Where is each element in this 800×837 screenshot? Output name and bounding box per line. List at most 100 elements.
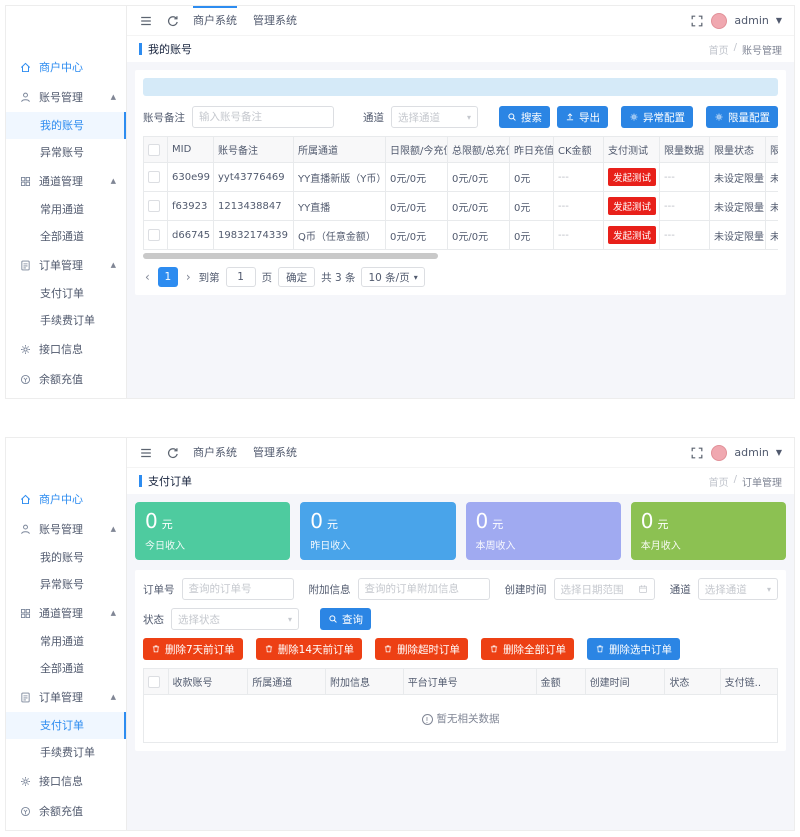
col-status: 状态 [665, 669, 720, 695]
col-created-time: 创建时间 [585, 669, 665, 695]
sidebar-item-fee-orders[interactable]: 手续费订单 [6, 307, 126, 334]
sidebar-item-label: 订单管理 [39, 257, 83, 273]
tab-admin-system[interactable]: 管理系统 [253, 6, 297, 36]
topbar: 商户系统 管理系统 admin ▼ [127, 6, 794, 36]
row-checkbox[interactable] [148, 171, 160, 183]
sidebar-item-common-channels[interactable]: 常用通道 [6, 628, 126, 655]
next-page-button[interactable]: › [184, 270, 193, 284]
per-page-select[interactable]: 10 条/页 ▾ [361, 267, 424, 287]
chevron-up-icon: ▲ [111, 93, 116, 101]
channel-filter-select[interactable]: 选择通道 ▾ [698, 578, 778, 600]
date-range-input[interactable]: 选择日期范围 [554, 578, 655, 600]
delete-all-button[interactable]: 删除全部订单 [481, 638, 574, 660]
delete-7days-button[interactable]: 删除7天前订单 [143, 638, 243, 660]
user-menu[interactable]: admin [734, 14, 768, 27]
gear-icon [19, 775, 32, 788]
launch-test-button[interactable]: 发起测试 [608, 197, 656, 215]
sidebar-item-fee-orders[interactable]: 手续费订单 [6, 739, 126, 766]
select-all-checkbox[interactable] [148, 676, 160, 688]
order-no-input[interactable] [182, 578, 294, 600]
page-title: 支付订单 [148, 473, 192, 489]
abnormal-config-button[interactable]: 异常配置 [621, 106, 693, 128]
sidebar-item-my-accounts[interactable]: 我的账号 [6, 112, 126, 139]
select-all-checkbox[interactable] [148, 144, 160, 156]
refresh-icon[interactable] [166, 14, 180, 28]
user-menu[interactable]: admin [734, 446, 768, 459]
col-mid: MID [168, 137, 214, 163]
sidebar-item-my-accounts[interactable]: 我的账号 [6, 544, 126, 571]
avatar[interactable] [711, 445, 727, 461]
goto-page-input[interactable] [226, 267, 256, 287]
sidebar-item-pay-orders[interactable]: 支付订单 [6, 712, 126, 739]
sidebar-item-all-channels[interactable]: 全部通道 [6, 223, 126, 250]
table-row: 630e99 yyt43776469 YY直播新版（Y币） 0元/0元 0元/0… [144, 163, 779, 192]
confirm-page-button[interactable]: 确定 [278, 267, 315, 287]
col-pay-link: 支付链.. [720, 669, 777, 695]
sidebar-item-abnormal-accounts[interactable]: 异常账号 [6, 139, 126, 166]
stat-card-month: 0元 本月收入 [631, 502, 786, 560]
breadcrumb-home[interactable]: 首页 [709, 474, 729, 489]
delete-14days-button[interactable]: 删除14天前订单 [256, 638, 362, 660]
screen-my-accounts: 商户中心 账号管理 ▲ 我的账号 异常账号 通道管理 ▲ 常用通道 全部通道 订… [5, 5, 795, 399]
limit-config-button[interactable]: 限量配置 [706, 106, 778, 128]
sidebar-item-all-channels[interactable]: 全部通道 [6, 655, 126, 682]
sidebar-item-order-mgmt[interactable]: 订单管理 ▲ [6, 682, 126, 712]
page-number-active[interactable]: 1 [158, 267, 178, 287]
extra-info-input[interactable] [358, 578, 490, 600]
sidebar-item-pay-orders[interactable]: 支付订单 [6, 280, 126, 307]
sidebar-item-channel-mgmt[interactable]: 通道管理 ▲ [6, 598, 126, 628]
tab-merchant-system[interactable]: 商户系统 [193, 438, 237, 468]
sidebar-item-abnormal-accounts[interactable]: 异常账号 [6, 571, 126, 598]
sidebar-item-account-mgmt[interactable]: 账号管理 ▲ [6, 514, 126, 544]
row-checkbox[interactable] [148, 229, 160, 241]
channel-filter-label: 通道 [363, 110, 384, 125]
sidebar-item-balance-recharge[interactable]: 余额充值 [6, 796, 126, 826]
chevron-down-icon: ▾ [414, 273, 418, 282]
sidebar-item-merchant-center[interactable]: 商户中心 [6, 52, 126, 82]
breadcrumb: 首页 / 订单管理 [709, 474, 782, 489]
table-horizontal-scrollbar[interactable] [143, 253, 438, 259]
grid-icon [19, 607, 32, 620]
sidebar-item-order-mgmt[interactable]: 订单管理 ▲ [6, 250, 126, 280]
tab-merchant-system[interactable]: 商户系统 [193, 6, 237, 36]
sidebar-item-balance-recharge[interactable]: 余额充值 [6, 364, 126, 394]
sidebar-item-account-mgmt[interactable]: 账号管理 ▲ [6, 82, 126, 112]
accounts-card: 账号备注 通道 选择通道 ▾ 搜索 导出 [135, 70, 786, 295]
avatar[interactable] [711, 13, 727, 29]
prev-page-button[interactable]: ‹ [143, 270, 152, 284]
sidebar: 商户中心 账号管理 ▲ 我的账号 异常账号 通道管理 ▲ 常用通道 全部通道 订… [6, 438, 127, 830]
per-page-value: 10 条/页 [368, 270, 409, 285]
refresh-icon[interactable] [166, 446, 180, 460]
col-ck-amount: CK金额 [554, 137, 604, 163]
breadcrumb-home[interactable]: 首页 [709, 42, 729, 57]
tab-admin-system[interactable]: 管理系统 [253, 438, 297, 468]
sidebar-item-api-info[interactable]: 接口信息 [6, 766, 126, 796]
launch-test-button[interactable]: 发起测试 [608, 226, 656, 244]
row-checkbox[interactable] [148, 200, 160, 212]
query-button[interactable]: 查询 [320, 608, 371, 630]
sidebar-item-common-channels[interactable]: 常用通道 [6, 196, 126, 223]
col-channel: 所属通道 [294, 137, 386, 163]
sidebar-item-label: 账号管理 [39, 521, 83, 537]
launch-test-button[interactable]: 发起测试 [608, 168, 656, 186]
chevron-down-icon: ▼ [776, 16, 782, 25]
stat-cards: 0元 今日收入 0元 昨日收入 0元 本周收入 0元 本月收入 [135, 502, 786, 560]
sidebar-item-channel-mgmt[interactable]: 通道管理 ▲ [6, 166, 126, 196]
menu-fold-icon[interactable] [139, 14, 153, 28]
note-filter-input[interactable] [192, 106, 334, 128]
delete-timeout-button[interactable]: 删除超时订单 [375, 638, 468, 660]
fullscreen-icon[interactable] [690, 14, 704, 28]
sidebar-item-api-info[interactable]: 接口信息 [6, 334, 126, 364]
menu-fold-icon[interactable] [139, 446, 153, 460]
export-button[interactable]: 导出 [557, 106, 608, 128]
sidebar-item-merchant-center[interactable]: 商户中心 [6, 484, 126, 514]
sidebar-item-label: 通道管理 [39, 605, 83, 621]
channel-filter-select[interactable]: 选择通道 ▾ [391, 106, 478, 128]
document-icon [19, 259, 32, 272]
delete-selected-button[interactable]: 删除选中订单 [587, 638, 680, 660]
search-button[interactable]: 搜索 [499, 106, 550, 128]
status-filter-select[interactable]: 选择状态 ▾ [171, 608, 299, 630]
select-placeholder: 选择状态 [178, 612, 284, 627]
chevron-down-icon: ▾ [288, 615, 292, 624]
fullscreen-icon[interactable] [690, 446, 704, 460]
